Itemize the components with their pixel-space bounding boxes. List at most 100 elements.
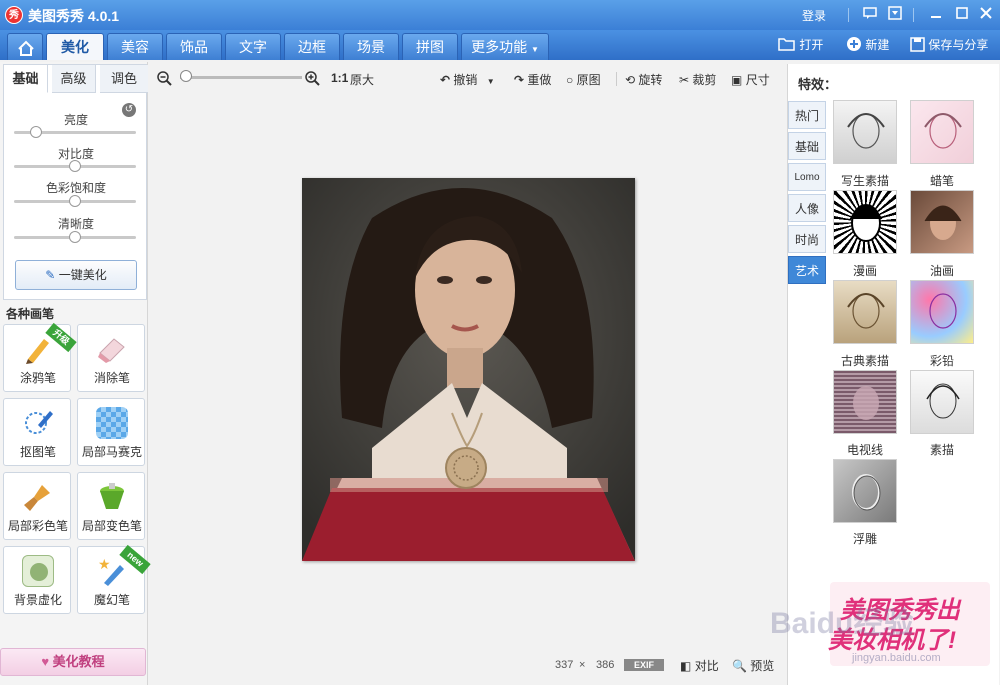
tool-label: 涂鸦笔 [19,371,56,385]
category-art[interactable]: 艺术 [788,256,826,284]
tutorial-label: 美化教程 [52,654,105,669]
saturation-slider[interactable] [14,195,136,207]
message-icon[interactable] [862,6,878,22]
portrait-photo [302,178,635,561]
tab-beautify[interactable]: 美化 [46,33,104,60]
one-key-beautify-button[interactable]: ✎ 一键美化 [15,260,137,290]
save-icon [910,37,925,52]
effect-crayon[interactable] [910,100,974,164]
chevron-down-icon[interactable]: ▼ [487,77,495,86]
effect-emboss[interactable] [833,459,897,523]
zoom-out-icon[interactable] [157,71,173,90]
open-button[interactable]: 打开 [778,36,823,54]
slider-knob[interactable] [69,160,81,172]
tutorial-button[interactable]: ♥ 美化教程 [0,648,146,676]
tab-scene[interactable]: 场景 [343,33,399,60]
tool-color-pen[interactable]: 局部彩色笔 [3,472,71,540]
tool-label: 局部变色笔 [81,519,142,533]
app-logo-icon: 秀 [5,6,23,24]
login-link[interactable]: 登录 [802,7,826,24]
photo-canvas[interactable] [302,178,635,561]
compare-icon: ◧ [680,659,692,673]
tool-cutout-pen[interactable]: 抠图笔 [3,398,71,466]
category-fashion[interactable]: 时尚 [788,225,826,253]
slider-knob[interactable] [69,231,81,243]
category-popular[interactable]: 热门 [788,101,826,129]
slider-knob[interactable] [69,195,81,207]
effect-color-pencil[interactable] [910,280,974,344]
effect-comic[interactable] [833,190,897,254]
ratio-label[interactable]: 1:1 [331,71,348,85]
category-basic[interactable]: 基础 [788,132,826,160]
contrast-slider[interactable] [14,160,136,172]
original-image-label: 原图 [576,73,601,87]
tab-collage[interactable]: 拼图 [402,33,458,60]
zoom-slider[interactable] [180,76,302,79]
tab-accessories[interactable]: 饰品 [166,33,222,60]
tab-more-features[interactable]: 更多功能 ▼ [461,33,549,60]
zoom-in-icon[interactable] [305,71,321,90]
original-image-button[interactable]: ○ 原图 [566,71,601,88]
tool-label: 局部马赛克 [81,445,142,459]
app-title: 美图秀秀 4.0.1 [28,8,120,24]
close-icon[interactable] [978,6,994,22]
redo-button[interactable]: ↷ 重做 [514,71,551,88]
tab-home[interactable] [7,33,43,60]
one-key-label: 一键美化 [58,268,107,282]
maximize-icon[interactable] [954,6,970,22]
effect-tv-lines[interactable] [833,370,897,434]
sharpness-slider[interactable] [14,231,136,243]
new-button[interactable]: 新建 [846,36,889,54]
watermark-brand: Baidu经验 [770,607,914,640]
save-share-button[interactable]: 保存与分享 [910,36,988,54]
subtab-advanced[interactable]: 高级 [52,65,96,93]
tool-mosaic[interactable]: 局部马赛克 [77,398,145,466]
resize-icon: ▣ [731,73,743,87]
saturation-label: 色彩饱和度 [45,181,106,195]
tool-label: 背景虚化 [13,593,62,607]
undo-label: 撤销 [453,73,478,87]
tab-text[interactable]: 文字 [225,33,281,60]
pen-nib-icon [22,407,54,439]
effect-label: 写生素描 [840,174,889,188]
tool-recolor-pen[interactable]: 局部变色笔 [77,472,145,540]
subtab-basic[interactable]: 基础 [4,65,48,93]
brushes-heading: 各种画笔 [6,307,55,321]
effect-classic-sketch[interactable] [833,280,897,344]
watermark-url: jingyan.baidu.com [852,652,941,664]
slider-knob[interactable] [29,126,42,138]
tab-beauty[interactable]: 美容 [107,33,163,60]
compare-button[interactable]: ◧ 对比 [680,657,719,674]
preview-button[interactable]: 🔍 预览 [732,657,774,674]
tab-more-label: 更多功能 [471,39,528,55]
promo-banner[interactable]: 美图秀秀出 美妆相机了! Baidu经验 jingyan.baidu.com [770,578,998,678]
minimize-icon[interactable] [928,6,944,22]
rotate-button[interactable]: ⟲ 旋转 [625,71,662,88]
brightness-slider[interactable] [14,126,136,138]
new-label: 新建 [865,38,890,52]
resize-button[interactable]: ▣ 尺寸 [731,71,770,88]
adjust-panel: 基础 高级 调色 ↺ 亮度 对比度 色彩饱和度 清晰度 ✎ 一键美化 [3,64,148,300]
crop-label: 裁剪 [692,73,717,87]
tab-frame[interactable]: 边框 [284,33,340,60]
undo-button[interactable]: ↶ 撤销 ▼ [440,71,495,88]
category-lomo[interactable]: Lomo [788,163,826,191]
tool-magic-pen[interactable]: ★ new 魔幻笔 [77,544,151,614]
tool-eraser-pen[interactable]: 消除笔 [77,324,145,392]
category-portrait[interactable]: 人像 [788,194,826,222]
divider [848,8,849,22]
pencil-icon [22,333,54,365]
effect-pencil-sketch[interactable] [910,370,974,434]
tool-background-blur[interactable]: 背景虚化 [3,546,71,614]
exif-button[interactable]: EXIF [624,659,664,671]
zoom-slider-knob[interactable] [180,70,193,82]
subtab-color[interactable]: 调色 [100,65,148,93]
effect-sketch[interactable] [833,100,897,164]
chevron-down-icon: ▼ [530,45,539,54]
original-size-button[interactable]: 原大 [350,71,374,88]
crop-button[interactable]: ✂ 裁剪 [679,71,716,88]
menu-icon[interactable] [887,6,903,22]
circle-icon: ○ [566,73,574,87]
tool-doodle-pen[interactable]: 升级 涂鸦笔 [3,322,77,392]
effect-oil-painting[interactable] [910,190,974,254]
